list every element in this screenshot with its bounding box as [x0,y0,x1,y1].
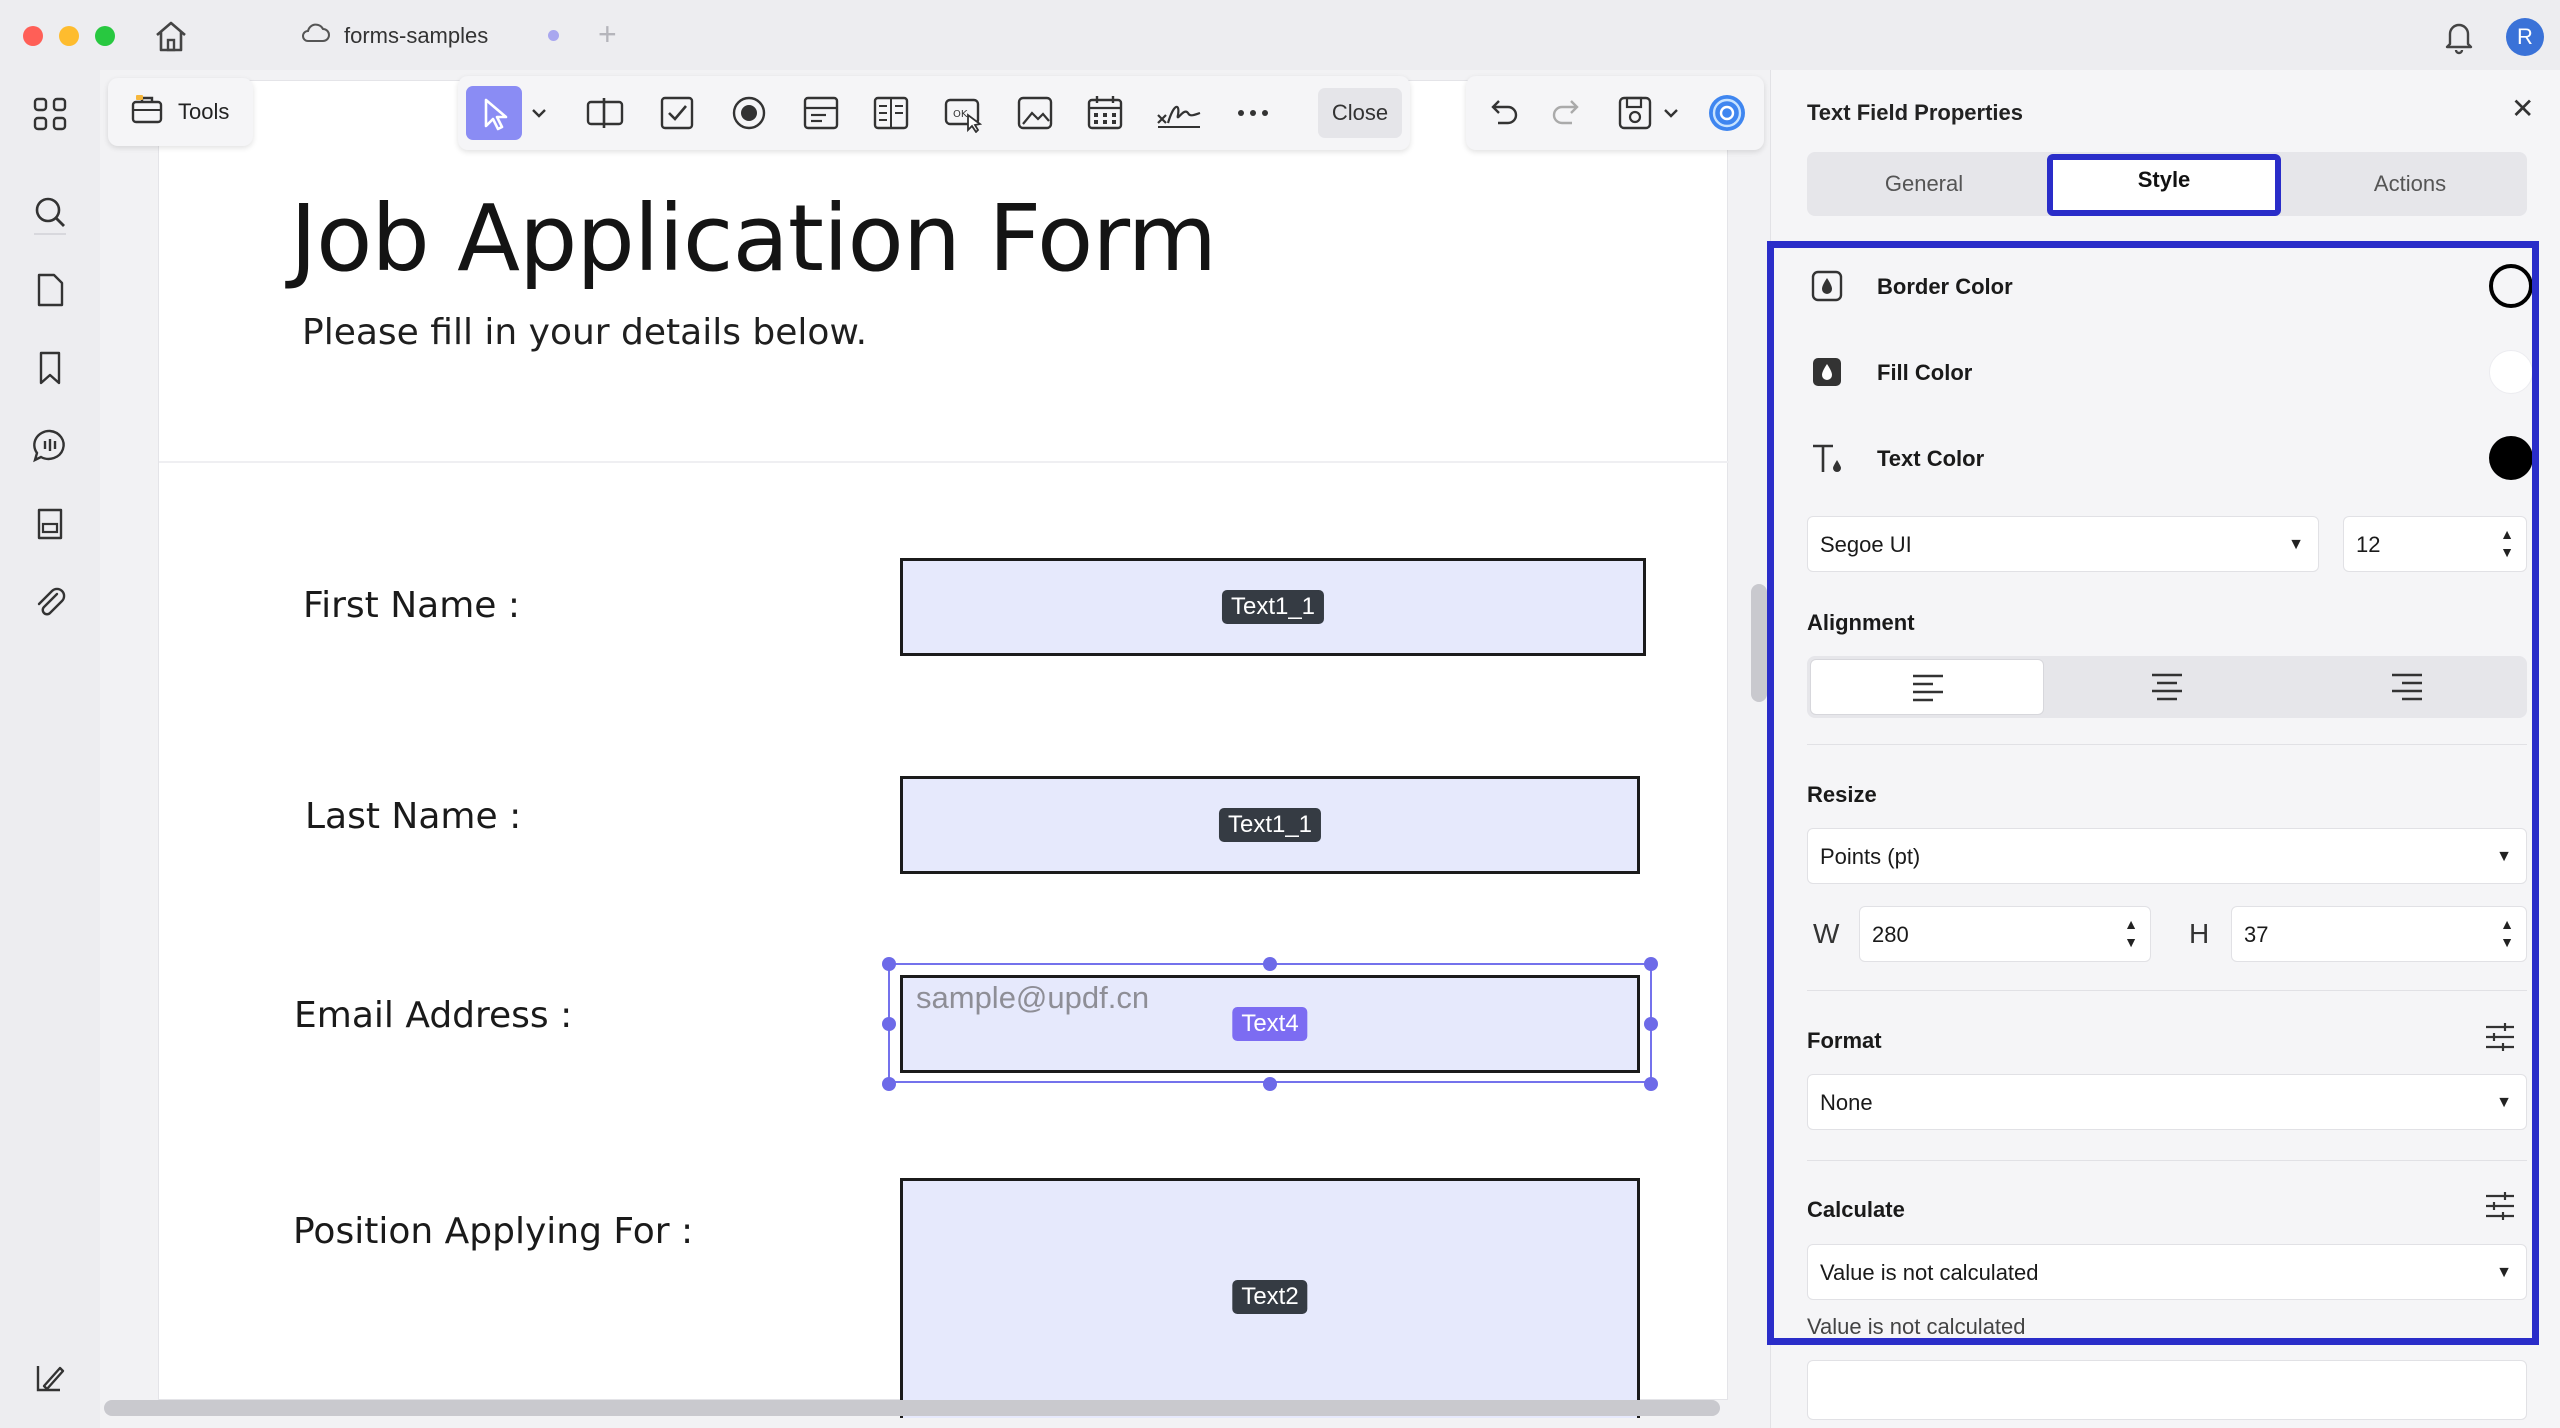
radio-button-icon[interactable] [728,93,770,133]
tools-button[interactable]: Tools [108,78,253,146]
notification-bell-icon[interactable] [2440,16,2478,56]
avatar[interactable]: R [2506,18,2544,56]
date-field-icon[interactable] [1084,93,1126,133]
form-title: Job Application Form [290,185,1217,292]
attachment-icon[interactable] [30,582,70,622]
close-form-editing-button[interactable]: Close [1318,88,1402,138]
panel-title: Text Field Properties [1807,100,2023,125]
list-box-icon[interactable] [870,93,912,133]
resize-handle[interactable] [882,957,896,971]
close-window-button[interactable] [23,26,43,46]
field-tag: Text1_1 [1221,590,1325,624]
undo-icon[interactable] [1482,93,1524,133]
panel-tabs: General Style Actions [1807,152,2527,216]
position-field[interactable]: Text2 [900,1178,1640,1418]
unsaved-indicator [548,30,559,41]
toolbox-icon [130,93,164,131]
title-bar: forms-samples + R [0,0,2560,70]
chevron-down-icon[interactable] [1660,93,1682,133]
calculate-expression-field[interactable] [1807,1360,2527,1420]
page-divider [159,461,1729,463]
tools-label: Tools [178,99,230,124]
redo-icon[interactable] [1546,93,1588,133]
last-name-label: Last Name : [305,796,522,837]
style-section-highlight [1767,241,2539,1345]
search-icon[interactable] [30,192,70,232]
resize-handle[interactable] [1263,1077,1277,1091]
vertical-scrollbar[interactable] [1751,584,1767,702]
form-toolbar: OK Close [458,76,1410,150]
comment-icon[interactable] [30,426,70,466]
tab-general[interactable]: General [1807,158,2041,210]
home-icon[interactable] [152,18,190,54]
resize-handle[interactable] [1644,1017,1658,1031]
combo-box-icon[interactable] [800,93,842,133]
svg-text:OK: OK [953,109,968,120]
minimize-window-button[interactable] [59,26,79,46]
resize-handle[interactable] [1644,957,1658,971]
cloud-icon [300,22,330,50]
chevron-down-icon[interactable] [528,93,550,133]
history-toolbar [1466,76,1764,150]
select-tool-button[interactable] [466,86,522,140]
pages-icon[interactable] [30,270,70,310]
selection-box[interactable] [888,963,1652,1083]
checkbox-icon[interactable] [656,93,698,133]
field-tag: Text2 [1232,1280,1308,1314]
field-tag: Text1_1 [1218,808,1322,842]
horizontal-scrollbar[interactable] [104,1400,1720,1416]
last-name-field[interactable]: Text1_1 [900,776,1640,874]
tab-title: forms-samples [344,23,489,48]
layers-icon[interactable] [30,1358,70,1398]
resize-handle[interactable] [1644,1077,1658,1091]
add-tab-button[interactable]: + [598,16,617,52]
close-icon[interactable]: ✕ [2511,92,2534,125]
email-label: Email Address : [294,995,573,1036]
first-name-field[interactable]: Text1_1 [900,558,1646,656]
signature-icon[interactable] [1154,93,1204,133]
sidebar-divider [34,233,66,235]
left-sidebar [0,70,100,1428]
grid-icon[interactable] [30,94,70,134]
stamp-icon[interactable] [30,504,70,544]
resize-handle[interactable] [882,1017,896,1031]
first-name-label: First Name : [303,585,520,626]
form-subtitle: Please fill in your details below. [302,312,868,353]
save-icon[interactable] [1614,93,1656,133]
button-field-icon[interactable]: OK [942,93,984,134]
bookmark-icon[interactable] [30,348,70,388]
more-icon[interactable] [1232,93,1274,133]
position-label: Position Applying For : [293,1211,694,1252]
resize-handle[interactable] [1263,957,1277,971]
zoom-window-button[interactable] [95,26,115,46]
document-tab[interactable]: forms-samples [300,18,488,54]
tab-actions[interactable]: Actions [2293,158,2527,210]
ai-assistant-icon[interactable] [1706,93,1748,133]
text-field-icon[interactable] [584,93,626,133]
image-field-icon[interactable] [1014,93,1056,133]
resize-handle[interactable] [882,1077,896,1091]
tab-style[interactable]: Style [2047,154,2281,216]
